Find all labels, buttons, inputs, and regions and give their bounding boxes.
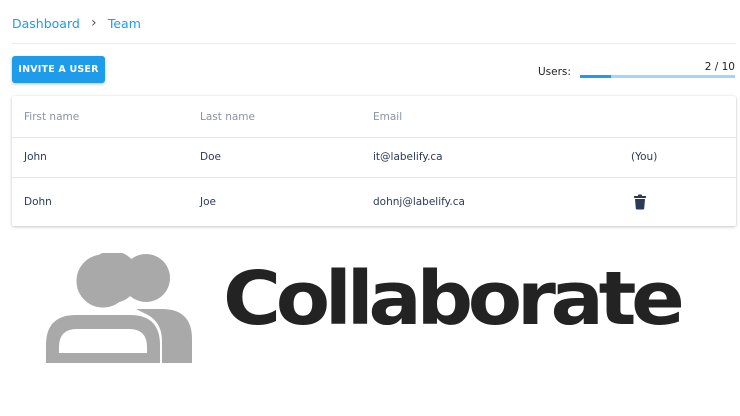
users-quota-fill: [580, 75, 611, 78]
breadcrumb-dashboard[interactable]: Dashboard: [12, 16, 80, 31]
cell-email: dohnj@labelify.ca: [373, 196, 465, 208]
column-header-email: Email: [373, 110, 403, 123]
column-header-first-name: First name: [24, 110, 80, 123]
cell-first-name: Dohn: [24, 196, 52, 208]
invite-user-button[interactable]: INVITE A USER: [12, 56, 105, 83]
table-row: John Doe it@labelify.ca (You): [12, 137, 736, 178]
cell-first-name: John: [24, 151, 47, 163]
chevron-right-icon: ›: [91, 15, 97, 31]
collaborate-title: Collaborate: [223, 256, 685, 342]
users-table: First name Last name Email John Doe it@l…: [12, 96, 736, 226]
table-row: Dohn Joe dohnj@labelify.ca: [12, 178, 736, 226]
trash-icon[interactable]: [634, 194, 646, 210]
team-page: Dashboard › Team INVITE A USER Users: 2 …: [0, 0, 740, 416]
table-header-row: First name Last name Email: [12, 96, 736, 138]
divider: [12, 43, 736, 44]
column-header-last-name: Last name: [200, 110, 255, 123]
users-quota-label: Users:: [538, 66, 571, 78]
you-label: (You): [631, 151, 658, 163]
users-quota-count: 2 / 10: [704, 61, 735, 73]
breadcrumb-team[interactable]: Team: [108, 16, 141, 31]
cell-last-name: Doe: [200, 151, 221, 163]
users-quota-bar: [580, 75, 735, 78]
cell-last-name: Joe: [200, 196, 216, 208]
breadcrumb: Dashboard › Team: [12, 14, 141, 32]
users-icon: [46, 253, 192, 363]
cell-email: it@labelify.ca: [373, 151, 443, 163]
